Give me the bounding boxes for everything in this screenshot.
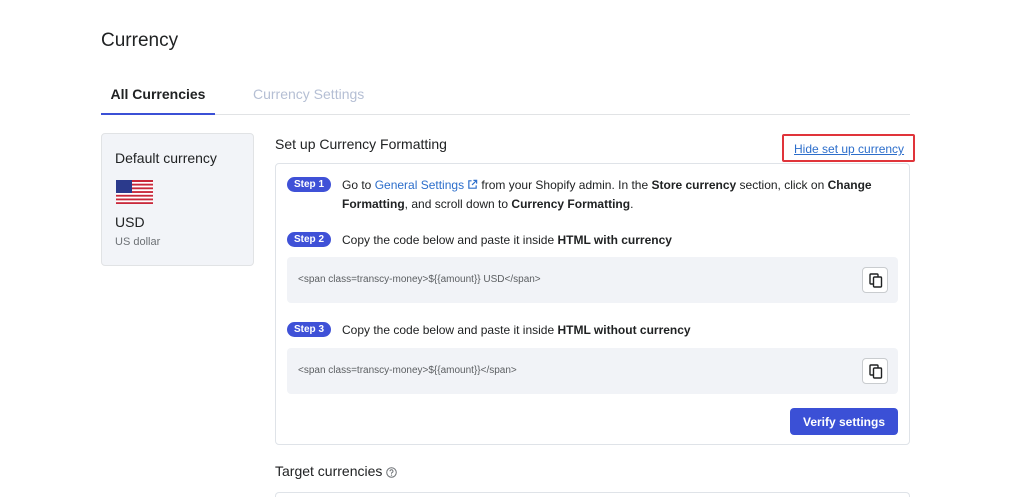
target-currencies-title: Target currencies	[275, 463, 398, 479]
code-with-currency: <span class=transcy-money>${{amount}} US…	[298, 274, 541, 285]
currency-page: Currency All Currencies Currency Setting…	[0, 0, 1024, 497]
general-settings-link[interactable]: General Settings	[375, 178, 464, 192]
default-currency-name: US dollar	[115, 236, 161, 248]
verify-settings-button[interactable]: Verify settings	[790, 408, 898, 435]
default-currency-card: Default currency USD US dollar	[101, 133, 254, 266]
step-3-text: Copy the code below and paste it inside …	[342, 323, 691, 337]
copy-icon	[869, 273, 883, 288]
step-2-text: Copy the code below and paste it inside …	[342, 233, 672, 247]
page-title: Currency	[101, 30, 179, 51]
tab-currency-settings[interactable]: Currency Settings	[253, 78, 364, 114]
external-link-icon	[468, 179, 478, 189]
code-without-currency: <span class=transcy-money>${{amount}}</s…	[298, 365, 517, 376]
default-currency-label: Default currency	[115, 150, 217, 166]
step-1-text: Go to General Settings from your Shopify…	[342, 178, 872, 211]
step-1-badge: Step 1	[287, 177, 332, 192]
tab-all-currencies[interactable]: All Currencies	[101, 78, 215, 115]
setup-section-title: Set up Currency Formatting	[275, 136, 447, 152]
code-box-without-currency: <span class=transcy-money>${{amount}}</s…	[287, 348, 898, 394]
default-currency-code: USD	[115, 214, 145, 230]
step-3-badge: Step 3	[287, 322, 332, 337]
target-currencies-box	[275, 492, 910, 497]
copy-button-with-currency[interactable]	[862, 267, 888, 293]
tab-bar: All Currencies Currency Settings	[101, 78, 910, 115]
help-circle-icon[interactable]	[386, 467, 398, 478]
hide-setup-link[interactable]: Hide set up currency	[794, 142, 904, 156]
copy-icon	[869, 364, 883, 379]
code-box-with-currency: <span class=transcy-money>${{amount}} US…	[287, 257, 898, 303]
step-2-badge: Step 2	[287, 232, 332, 247]
us-flag-icon	[116, 180, 153, 204]
copy-button-without-currency[interactable]	[862, 358, 888, 384]
